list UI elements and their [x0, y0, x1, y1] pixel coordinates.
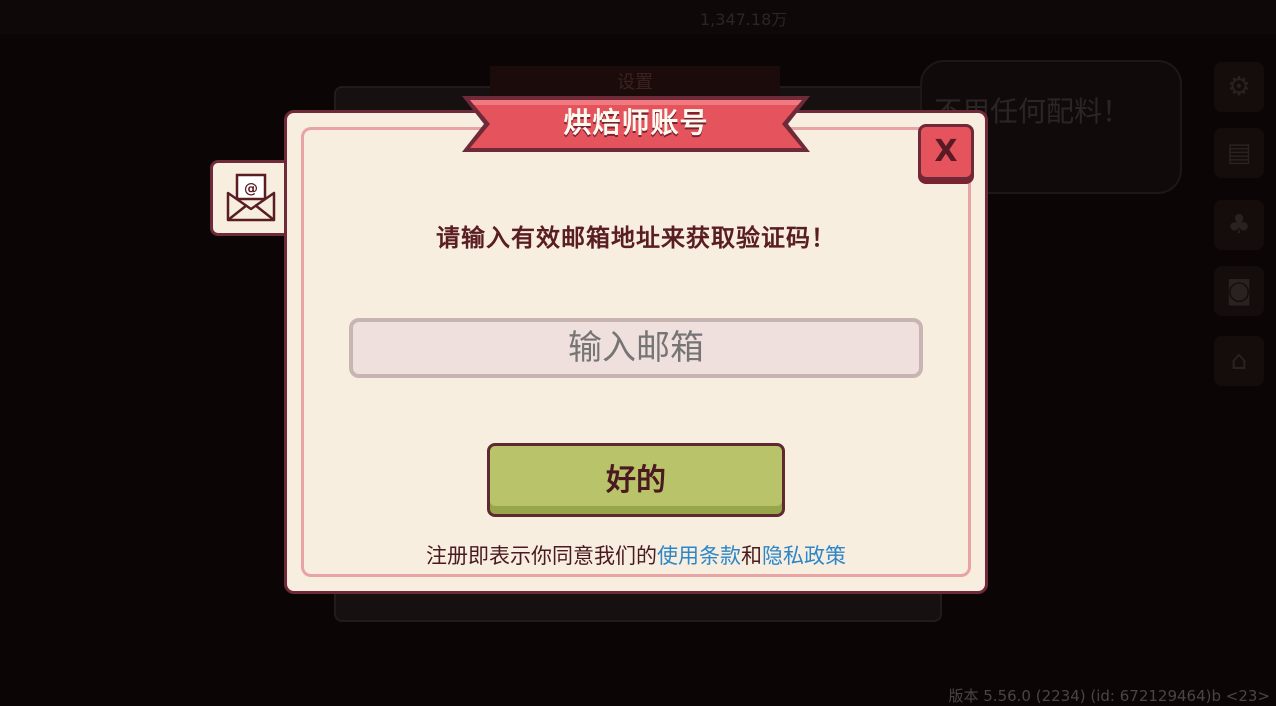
- close-icon: X: [934, 134, 958, 169]
- mail-tab: @: [210, 160, 288, 236]
- terms-and: 和: [741, 544, 762, 568]
- email-input[interactable]: [349, 318, 923, 378]
- terms-prefix: 注册即表示你同意我们的: [426, 544, 657, 568]
- top-status-bar: [0, 0, 1276, 34]
- dialog-title: 烘焙师账号: [563, 106, 709, 139]
- gear-icon: ⚙: [1214, 62, 1264, 112]
- dialog-title-ribbon: 烘焙师账号: [462, 90, 810, 158]
- terms-of-use-link[interactable]: 使用条款: [657, 544, 741, 568]
- currency-display: 1,347.18万: [700, 10, 788, 29]
- privacy-policy-link[interactable]: 隐私政策: [762, 544, 846, 568]
- version-label: 版本 5.56.0 (2234) (id: 672129464)b <23>: [948, 687, 1270, 705]
- ok-button-label: 好的: [606, 463, 666, 498]
- ok-button[interactable]: 好的: [487, 443, 785, 517]
- home-icon: ⌂: [1214, 336, 1264, 386]
- close-button[interactable]: X: [918, 124, 974, 180]
- svg-text:@: @: [244, 181, 258, 197]
- email-prompt: 请输入有效邮箱地址来获取验证码！: [436, 224, 836, 252]
- camera-icon: ◙: [1214, 266, 1264, 316]
- book-icon: ▤: [1214, 128, 1264, 178]
- mail-icon: @: [226, 173, 275, 222]
- plant-icon: ♣: [1214, 200, 1264, 250]
- terms-notice: 注册即表示你同意我们的使用条款和隐私政策: [300, 540, 972, 570]
